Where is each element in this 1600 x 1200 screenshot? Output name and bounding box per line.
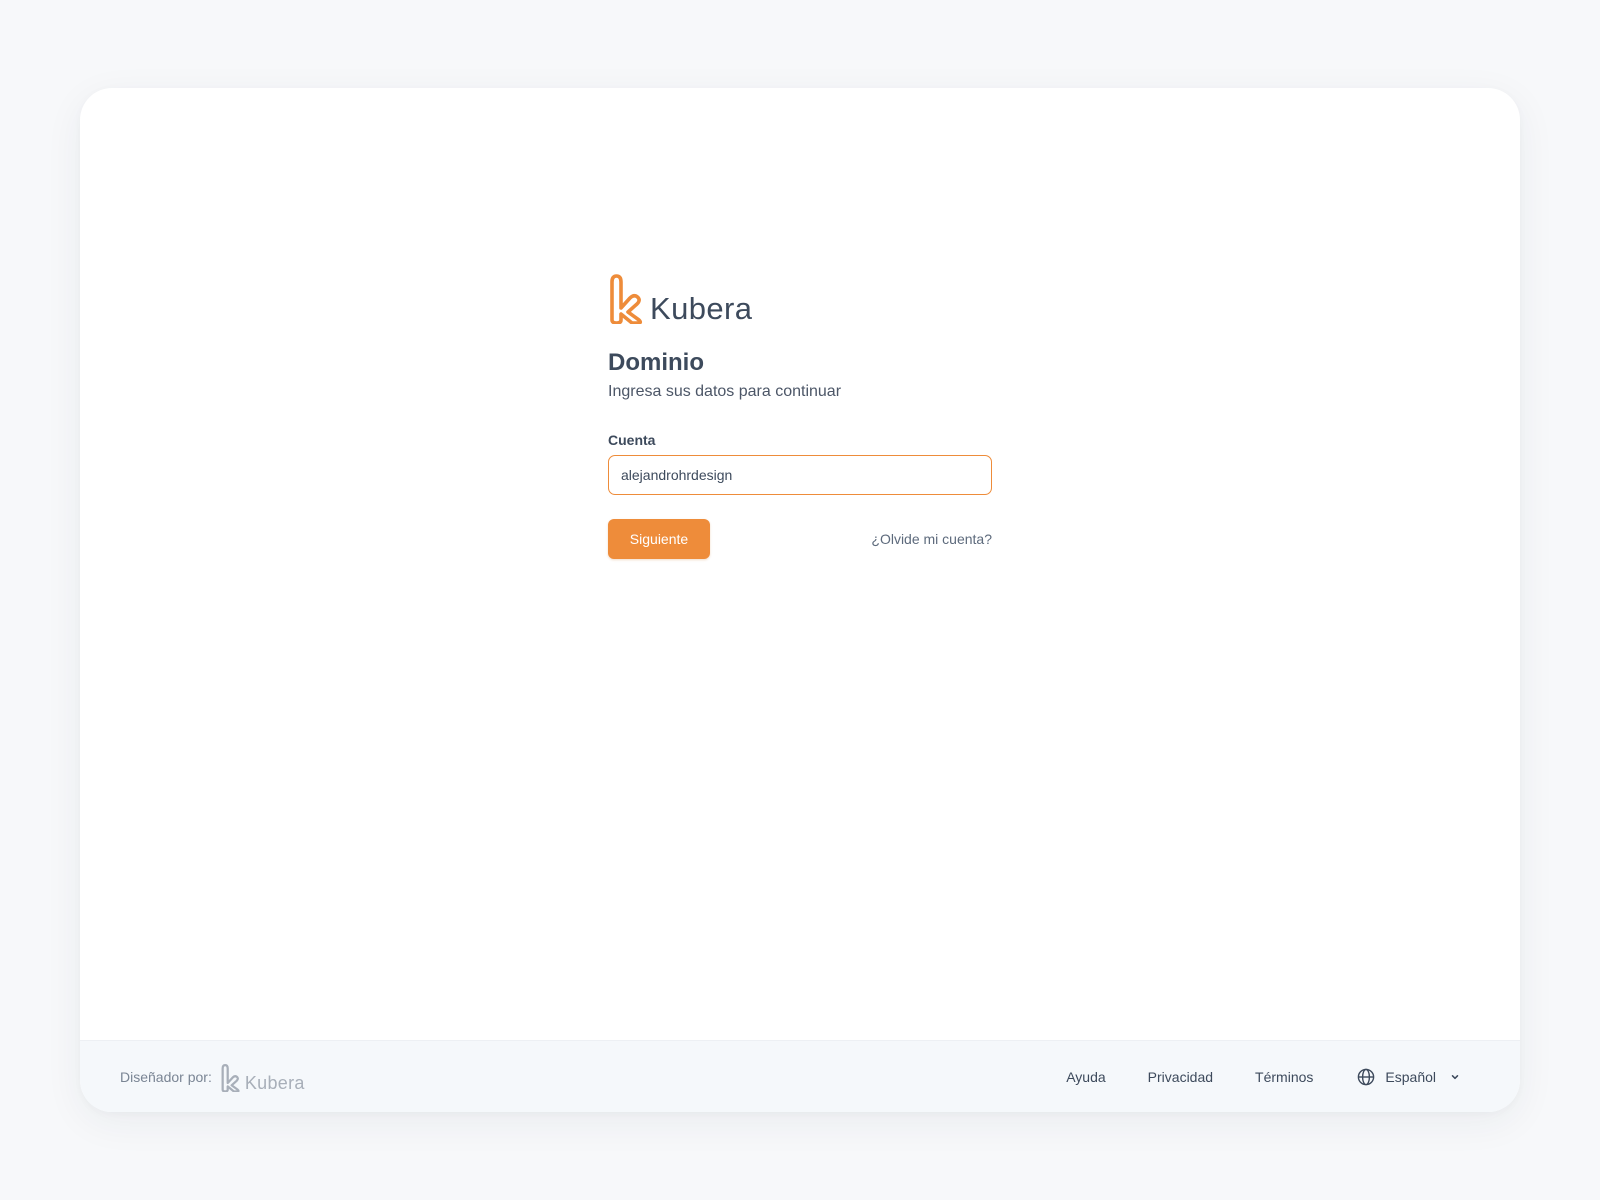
kubera-k-logo-icon — [610, 274, 643, 324]
footer-brand-logo: Kubera — [220, 1062, 305, 1092]
language-label: Español — [1385, 1068, 1436, 1085]
language-selector[interactable]: Español — [1357, 1068, 1460, 1086]
kubera-k-logo-icon — [221, 1063, 240, 1092]
chevron-down-icon — [1451, 1074, 1459, 1079]
globe-icon — [1358, 1068, 1375, 1085]
designer-credit-label: Diseñador por: — [120, 1068, 212, 1085]
designer-credit: Diseñador por: Kubera — [120, 1062, 305, 1092]
brand-logo: Kubera — [608, 272, 992, 324]
footer-brand-wordmark: Kubera — [244, 1072, 305, 1093]
brand-wordmark: Kubera — [650, 291, 753, 326]
account-field-label: Cuenta — [608, 432, 656, 448]
footer: Diseñador por: Kubera Ayuda Privacidad T… — [80, 1040, 1520, 1112]
login-card: Kubera Dominio Ingresa sus datos para co… — [80, 88, 1520, 1112]
page-title: Dominio — [608, 349, 704, 376]
footer-link-help[interactable]: Ayuda — [1066, 1069, 1105, 1085]
footer-link-terms[interactable]: Términos — [1255, 1069, 1313, 1085]
login-panel: Kubera Dominio Ingresa sus datos para co… — [608, 272, 992, 559]
next-button[interactable]: Siguiente — [608, 519, 710, 559]
account-input[interactable] — [608, 455, 992, 495]
forgot-account-link[interactable]: ¿Olvide mi cuenta? — [871, 531, 992, 547]
footer-nav: Ayuda Privacidad Términos Español — [1066, 1068, 1480, 1086]
footer-link-privacy[interactable]: Privacidad — [1148, 1069, 1213, 1085]
page-subtitle: Ingresa sus datos para continuar — [608, 383, 842, 400]
form-actions: Siguiente ¿Olvide mi cuenta? — [608, 519, 992, 559]
